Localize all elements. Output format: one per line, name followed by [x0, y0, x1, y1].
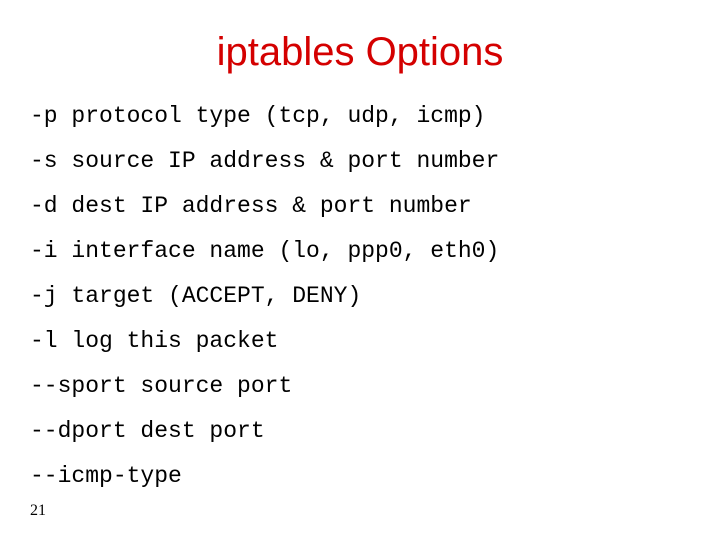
option-item: -s source IP address & port number	[30, 150, 690, 173]
option-item: --dport dest port	[30, 420, 690, 443]
option-item: -p protocol type (tcp, udp, icmp)	[30, 105, 690, 128]
page-number: 21	[30, 502, 46, 520]
option-item: -i interface name (lo, ppp0, eth0)	[30, 240, 690, 263]
option-item: -d dest IP address & port number	[30, 195, 690, 218]
page-title: iptables Options	[30, 30, 690, 75]
option-item: -j target (ACCEPT, DENY)	[30, 285, 690, 308]
option-item: -l log this packet	[30, 330, 690, 353]
option-item: --icmp-type	[30, 465, 690, 488]
options-list: -p protocol type (tcp, udp, icmp) -s sou…	[30, 105, 690, 488]
option-item: --sport source port	[30, 375, 690, 398]
